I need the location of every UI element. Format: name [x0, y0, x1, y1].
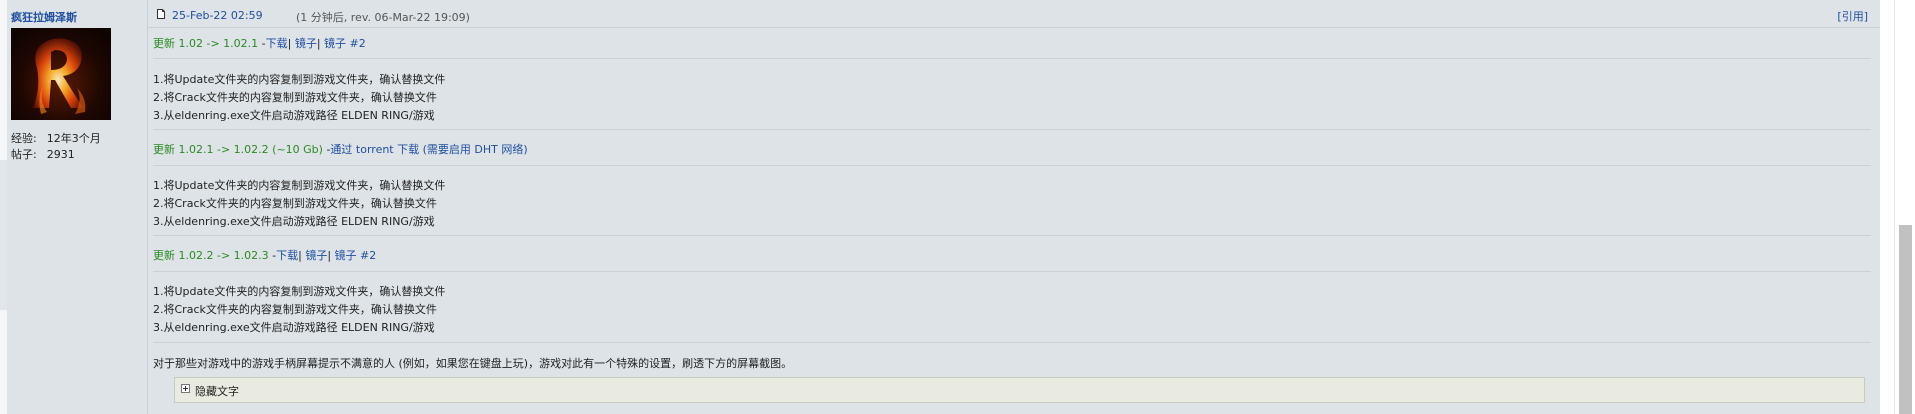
mirror-link[interactable]: 镜子 [295, 37, 317, 50]
torrent-download-link[interactable]: 通过 torrent 下载 (需要启用 DHT 网络) [330, 143, 527, 156]
instruction-step: 3.从eldenring.exe文件启动游戏路径 ELDEN RING/游戏 [153, 321, 435, 334]
divider [153, 129, 1871, 130]
expand-plus-icon[interactable] [181, 384, 190, 393]
post-content: 25-Feb-22 02:59 (1 分钟后, rev. 06-Mar-22 1… [148, 0, 1880, 414]
avatar[interactable] [11, 28, 111, 120]
update-title: 更新 1.02.1 -> 1.02.2 (~10 Gb) [153, 143, 323, 156]
instruction-step: 2.将Crack文件夹的内容复制到游戏文件夹，确认替换文件 [153, 303, 437, 316]
mirror-2-link[interactable]: 镜子 #2 [324, 37, 366, 50]
scrollbar-thumb[interactable] [1899, 225, 1912, 414]
divider [153, 58, 1871, 59]
download-link[interactable]: 下载 [266, 37, 288, 50]
mirror-2-link[interactable]: 镜子 #2 [335, 249, 377, 262]
poster-profile: 疯狂拉姆泽斯 经验: 12年3个月 帖子: 2931 [7, 0, 148, 414]
forum-post: 疯狂拉姆泽斯 经验: 12年3个月 帖子: 2931 25-Feb-22 02:… [7, 0, 1880, 414]
post-date-link[interactable]: 25-Feb-22 02:59 [172, 9, 263, 22]
stat-label: 帖子: [11, 148, 37, 161]
left-scroll-strip [0, 160, 7, 310]
stat-value: 2931 [46, 148, 75, 161]
update-heading: 更新 1.02.2 -> 1.02.3 -下载| 镜子| 镜子 #2 [153, 249, 377, 262]
divider [153, 235, 1871, 236]
update-heading: 更新 1.02 -> 1.02.1 -下载| 镜子| 镜子 #2 [153, 37, 366, 50]
instruction-step: 3.从eldenring.exe文件启动游戏路径 ELDEN RING/游戏 [153, 215, 435, 228]
stat-posts: 帖子: 2931 [11, 146, 75, 162]
post-header: 25-Feb-22 02:59 (1 分钟后, rev. 06-Mar-22 1… [148, 0, 1880, 28]
update-heading: 更新 1.02.1 -> 1.02.2 (~10 Gb) -通过 torrent… [153, 143, 528, 156]
instruction-step: 1.将Update文件夹的内容复制到游戏文件夹，确认替换文件 [153, 285, 446, 298]
quote-button[interactable]: [引用] [1837, 8, 1868, 24]
instruction-step: 1.将Update文件夹的内容复制到游戏文件夹，确认替换文件 [153, 73, 446, 86]
instruction-step: 3.从eldenring.exe文件启动游戏路径 ELDEN RING/游戏 [153, 109, 435, 122]
instruction-step: 2.将Crack文件夹的内容复制到游戏文件夹，确认替换文件 [153, 197, 437, 210]
post-edit-meta: (1 分钟后, rev. 06-Mar-22 19:09) [296, 11, 470, 24]
spoiler-label[interactable]: 隐藏文字 [195, 383, 239, 399]
post-icon [157, 9, 165, 19]
stat-value: 12年3个月 [46, 132, 101, 145]
divider [153, 165, 1871, 166]
update-title: 更新 1.02.2 -> 1.02.3 [153, 249, 269, 262]
poster-username[interactable]: 疯狂拉姆泽斯 [11, 9, 77, 25]
stat-experience: 经验: 12年3个月 [11, 130, 101, 146]
divider [153, 271, 1871, 272]
forum-page: 疯狂拉姆泽斯 经验: 12年3个月 帖子: 2931 25-Feb-22 02:… [0, 0, 1915, 414]
update-title: 更新 1.02 -> 1.02.1 [153, 37, 259, 50]
hidden-text-spoiler[interactable]: 隐藏文字 [174, 377, 1865, 403]
stat-label: 经验: [11, 132, 37, 145]
page-scrollbar[interactable] [1894, 0, 1915, 414]
mirror-link[interactable]: 镜子 [305, 249, 327, 262]
divider [153, 342, 1871, 343]
download-link[interactable]: 下载 [276, 249, 298, 262]
instruction-step: 1.将Update文件夹的内容复制到游戏文件夹，确认替换文件 [153, 179, 446, 192]
gamepad-note: 对于那些对游戏中的游戏手柄屏幕提示不满意的人 (例如，如果您在键盘上玩)，游戏对… [153, 357, 793, 370]
flaming-r-avatar-icon [33, 38, 86, 114]
instruction-step: 2.将Crack文件夹的内容复制到游戏文件夹，确认替换文件 [153, 91, 437, 104]
